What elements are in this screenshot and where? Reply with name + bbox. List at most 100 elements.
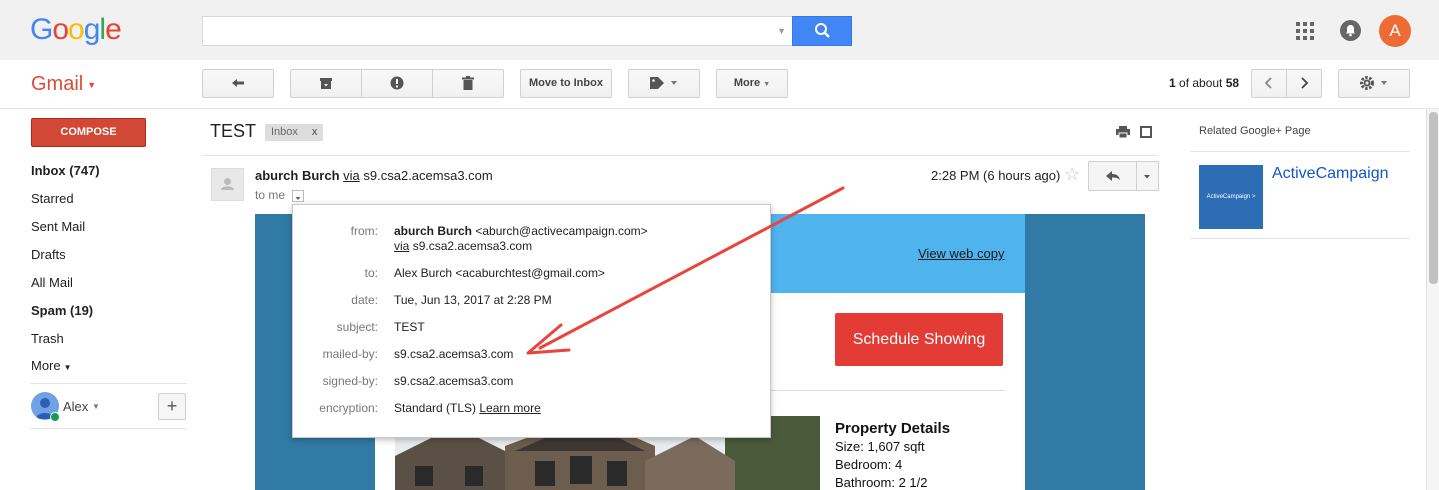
learn-more-link[interactable]: Learn more: [479, 401, 540, 415]
reply-icon: [1106, 171, 1120, 181]
chevron-down-icon: ▼: [63, 363, 72, 372]
search-options-icon[interactable]: ▼: [777, 26, 786, 36]
gmail-app-switcher[interactable]: Gmail ▼: [31, 73, 96, 96]
schedule-showing-button[interactable]: Schedule Showing: [835, 313, 1003, 366]
scrollbar-thumb[interactable]: [1429, 112, 1438, 284]
chevron-right-icon: [1301, 77, 1309, 89]
mailed-by-value: s9.csa2.acemsa3.com: [394, 347, 514, 361]
related-divider: [1190, 238, 1410, 239]
search-input[interactable]: ▼: [202, 16, 792, 46]
chevron-down-icon: ▼: [87, 79, 97, 90]
labels-button[interactable]: [628, 69, 700, 98]
newer-button[interactable]: [1251, 69, 1287, 98]
encryption-value: Standard (TLS) Learn more: [394, 401, 541, 415]
related-divider: [1190, 151, 1410, 152]
nav-more-label: More: [31, 358, 61, 373]
apps-grid-icon[interactable]: [1296, 22, 1314, 40]
related-page-heading: Related Google+ Page: [1199, 125, 1311, 137]
account-avatar[interactable]: A: [1379, 15, 1411, 47]
nav-item-starred[interactable]: Starred: [31, 191, 74, 206]
more-label: More: [733, 77, 761, 89]
from-name: aburch Burch: [394, 224, 473, 238]
sender-name[interactable]: aburch Burch: [255, 168, 340, 183]
nav-divider: [30, 383, 187, 384]
via-link[interactable]: via: [394, 239, 409, 253]
chevron-down-icon: ▼: [763, 81, 771, 88]
delete-button[interactable]: [432, 69, 504, 98]
google-logo[interactable]: Google: [30, 13, 122, 47]
via-domain: s9.csa2.acemsa3.com: [363, 168, 493, 183]
nav-item-inbox[interactable]: Inbox (747): [31, 163, 100, 178]
add-contact-button[interactable]: +: [158, 393, 186, 420]
encryption-text: Standard (TLS): [394, 401, 480, 415]
report-spam-button[interactable]: [361, 69, 433, 98]
nav-item-sent-mail[interactable]: Sent Mail: [31, 219, 85, 234]
search-button[interactable]: [792, 16, 852, 46]
open-new-window-icon[interactable]: [1140, 126, 1152, 138]
recipient-summary: to me: [255, 188, 286, 202]
thread-divider: [202, 155, 1158, 156]
from-value: aburch Burch <aburch@activecampaign.com>: [394, 224, 648, 238]
property-bathrooms: Bathroom: 2 1/2: [835, 475, 928, 490]
message-time: 2:28 PM (6 hours ago): [931, 168, 1061, 183]
back-arrow-icon: [232, 79, 244, 88]
subject-value: TEST: [394, 320, 425, 334]
gmail-label: Gmail: [31, 73, 84, 95]
nav-divider: [30, 428, 187, 429]
nav-item-trash[interactable]: Trash: [31, 331, 64, 346]
reply-button[interactable]: [1088, 161, 1137, 191]
nav-item-drafts[interactable]: Drafts: [31, 247, 66, 262]
compose-button[interactable]: COMPOSE: [31, 118, 146, 147]
signed-by-label: signed-by:: [322, 374, 378, 388]
logo-letter: o: [68, 13, 85, 46]
to-value: Alex Burch <acaburchtest@gmail.com>: [394, 266, 605, 280]
logo-letter: g: [83, 13, 101, 46]
inbox-label-chip: Inbox x: [265, 124, 324, 141]
star-icon[interactable]: ☆: [1064, 164, 1080, 185]
to-label: to:: [364, 266, 378, 280]
print-all-icon[interactable]: [1116, 126, 1130, 139]
report-spam-icon: [390, 76, 404, 90]
nav-item-all-mail[interactable]: All Mail: [31, 275, 73, 290]
notifications-bell-icon[interactable]: [1340, 20, 1361, 41]
search-icon: [815, 23, 830, 38]
property-details-title: Property Details: [835, 420, 951, 437]
trash-icon: [462, 76, 474, 91]
chevron-down-icon[interactable]: ▼: [92, 402, 100, 411]
archive-button[interactable]: [290, 69, 362, 98]
via-domain: s9.csa2.acemsa3.com: [412, 239, 533, 253]
remove-label-button[interactable]: x: [312, 126, 318, 138]
label-tag-icon: [650, 77, 677, 90]
encryption-label: encryption:: [319, 401, 378, 415]
chevron-left-icon: [1264, 77, 1272, 89]
online-status-icon: [50, 412, 60, 422]
from-label: from:: [350, 224, 378, 238]
date-value: Tue, Jun 13, 2017 at 2:28 PM: [394, 293, 552, 307]
property-bedrooms: Bedroom: 4: [835, 457, 903, 472]
property-size: Size: 1,607 sqft: [835, 439, 925, 454]
view-web-copy-link[interactable]: View web copy: [918, 246, 1004, 261]
nav-item-more[interactable]: More ▼: [31, 358, 72, 373]
reply-more-button[interactable]: [1137, 161, 1159, 191]
activecampaign-logo[interactable]: ActiveCampaign >: [1199, 165, 1263, 229]
back-to-inbox-button[interactable]: [202, 69, 274, 98]
thread-subject: TEST: [210, 121, 257, 141]
label-chip-text: Inbox: [271, 126, 298, 138]
chevron-down-icon: [1144, 175, 1150, 179]
related-page-link[interactable]: ActiveCampaign: [1272, 165, 1389, 183]
chevron-down-icon: [295, 197, 301, 200]
hangouts-user-name[interactable]: Alex: [63, 399, 88, 414]
settings-button[interactable]: [1338, 69, 1410, 98]
logo-letter: e: [105, 13, 122, 46]
date-label: date:: [351, 293, 378, 307]
via-link[interactable]: via: [343, 168, 360, 183]
message-details-popup: from: aburch Burch <aburch@activecampaig…: [292, 204, 771, 438]
older-button[interactable]: [1286, 69, 1322, 98]
sender-avatar: [211, 168, 244, 201]
nav-item-spam[interactable]: Spam (19): [31, 303, 93, 318]
more-actions-button[interactable]: More ▼: [716, 69, 788, 98]
move-to-inbox-button[interactable]: Move to Inbox: [520, 69, 612, 98]
logo-letter: o: [52, 13, 69, 46]
show-details-button[interactable]: [292, 190, 304, 202]
gear-icon: [1360, 76, 1387, 91]
